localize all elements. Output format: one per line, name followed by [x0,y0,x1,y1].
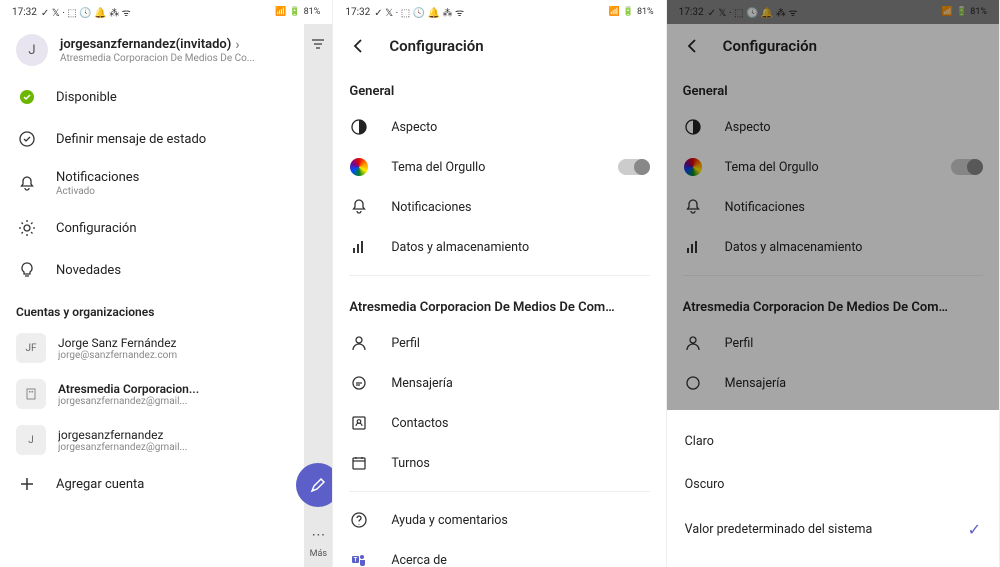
theme-option-dark[interactable]: Oscuro [667,463,999,506]
shifts-item[interactable]: Turnos [333,443,665,483]
background-app-sliver: ⋯ Más [304,24,332,567]
account-item[interactable]: Atresmedia Corporacion... jorgesanzferna… [0,371,332,417]
filter-icon[interactable] [310,36,326,52]
contrast-icon [683,117,703,137]
person-icon [349,333,369,353]
profile-header[interactable]: J jorgesanzfernandez(invitado) › Atresme… [0,24,332,76]
notifications-settings-item[interactable]: Notificaciones [333,187,665,227]
screen-settings: 17:32 ✓ 𝕏 · ⬚ 🕓 🔔 ⁂ ᯤ 📶🔋81% Configuració… [333,0,666,567]
data-storage-item[interactable]: Datos y almacenamiento [333,227,665,267]
help-item[interactable]: Ayuda y comentarios [333,500,665,540]
messaging-item[interactable]: Mensajería [333,363,665,403]
calendar-icon [349,453,369,473]
more-icon[interactable]: ⋯ [311,527,325,543]
check-icon: ✓ [968,520,981,539]
account-item[interactable]: J jorgesanzfernandez jorgesanzfernandez@… [0,417,332,463]
set-status-message[interactable]: Definir mensaje de estado [0,118,332,160]
status-bar: 17:32 ✓ 𝕏 · ⬚ 🕓 🔔 ⁂ ᯤ 📶🔋81% [0,0,332,24]
pride-icon [683,157,703,177]
avatar: J [16,34,48,66]
building-icon [16,379,46,409]
pride-toggle[interactable] [951,159,983,175]
pride-icon [349,157,369,177]
about-item[interactable]: T Acerca de [333,540,665,567]
data-icon [683,237,703,257]
notifications-item[interactable]: Notificaciones Activado [0,160,332,207]
gear-icon [16,217,38,239]
settings-header: Configuración [667,24,999,68]
back-icon[interactable] [683,36,703,56]
person-icon [683,333,703,353]
theme-option-system[interactable]: Valor predeterminado del sistema ✓ [667,506,999,553]
data-icon [349,237,369,257]
accounts-header: Cuentas y organizaciones [0,291,332,325]
bell-icon [683,197,703,217]
section-general: General [333,68,665,107]
screen-profile-menu: 17:32 ✓ 𝕏 · ⬚ 🕓 🔔 ⁂ ᯤ 📶🔋81% J jorgesanzf… [0,0,333,567]
news-item[interactable]: Novedades [0,249,332,291]
status-bar: 17:32 ✓ 𝕏 · ⬚ 🕓 🔔 ⁂ ᯤ 📶🔋81% [667,0,999,24]
pride-theme-item[interactable]: Tema del Orgullo [333,147,665,187]
pride-toggle[interactable] [618,159,650,175]
help-icon [349,510,369,530]
teams-icon: T [349,550,369,567]
account-item[interactable]: JF Jorge Sanz Fernández jorge@sanzfernan… [0,325,332,371]
svg-text:T: T [354,557,358,564]
bell-icon [349,197,369,217]
chat-icon [683,373,703,393]
back-icon[interactable] [349,36,369,56]
compose-fab[interactable] [296,463,333,507]
contacts-icon [349,413,369,433]
appearance-item[interactable]: Aspecto [333,107,665,147]
contacts-item[interactable]: Contactos [333,403,665,443]
screen-theme-sheet: 17:32 ✓ 𝕏 · ⬚ 🕓 🔔 ⁂ ᯤ 📶🔋81% Configuració… [667,0,1000,567]
edit-icon [16,128,38,150]
settings-item[interactable]: Configuración [0,207,332,249]
contrast-icon [349,117,369,137]
chevron-right-icon: › [235,37,239,53]
chat-icon [349,373,369,393]
available-icon [16,86,38,108]
status-available[interactable]: Disponible [0,76,332,118]
theme-bottom-sheet: Claro Oscuro Valor predeterminado del si… [667,410,999,567]
bell-icon [16,173,38,195]
plus-icon [16,473,38,495]
add-account[interactable]: Agregar cuenta [0,463,332,505]
profile-item[interactable]: Perfil [333,323,665,363]
lightbulb-icon [16,259,38,281]
settings-header: Configuración [333,24,665,68]
section-org: Atresmedia Corporacion De Medios De Com… [333,284,665,323]
theme-option-light[interactable]: Claro [667,420,999,463]
status-bar: 17:32 ✓ 𝕏 · ⬚ 🕓 🔔 ⁂ ᯤ 📶🔋81% [333,0,665,24]
